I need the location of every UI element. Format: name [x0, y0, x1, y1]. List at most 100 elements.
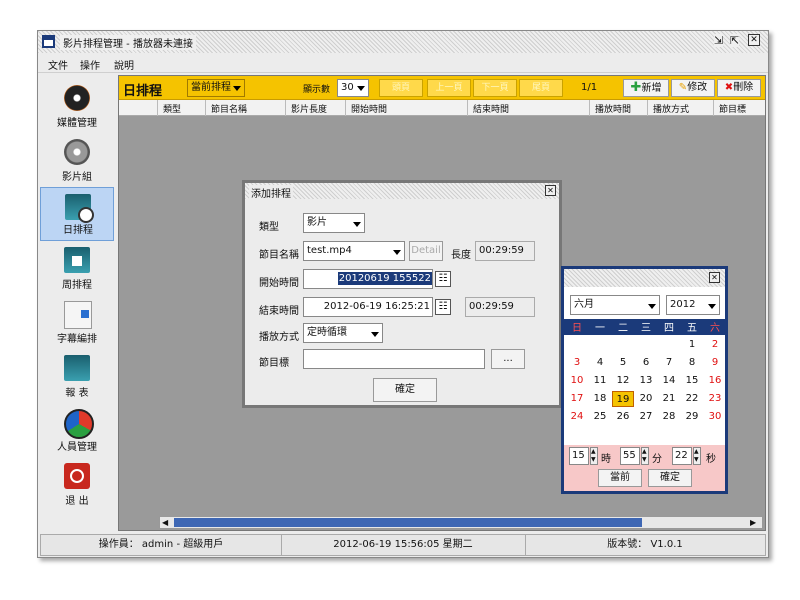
next-page-button[interactable]: 下一頁 — [473, 79, 517, 97]
calendar-day[interactable]: 30 — [704, 409, 726, 425]
calendar-day[interactable]: 24 — [566, 409, 588, 425]
col-program-name[interactable]: 節目名稱 — [211, 102, 247, 115]
dialog-close-icon[interactable]: ✕ — [545, 185, 556, 196]
play-mode-select[interactable]: 定時循環 — [303, 323, 383, 343]
calendar-day[interactable]: 1 — [681, 337, 703, 353]
menu-bar: 文件 操作 說明 — [38, 53, 768, 73]
calendar-close-icon[interactable]: ✕ — [709, 272, 720, 283]
dialog-title-bar[interactable]: 添加排程 ✕ — [245, 183, 559, 200]
calendar-day[interactable]: 8 — [681, 355, 703, 371]
calendar-ok-button[interactable]: 確定 — [648, 469, 692, 487]
menu-help[interactable]: 說明 — [114, 57, 134, 72]
horizontal-scrollbar[interactable]: ◀ ▶ — [159, 516, 763, 529]
calendar-day[interactable]: 22 — [681, 391, 703, 407]
calendar-day[interactable]: 21 — [658, 391, 680, 407]
prev-page-button[interactable]: 上一頁 — [427, 79, 471, 97]
sidebar-item-exit[interactable]: 退 出 — [40, 457, 114, 511]
sidebar: 媒體管理 影片組 日排程 周排程 字幕編排 報 表 人員管理 退 出 — [40, 75, 114, 531]
col-video-length[interactable]: 影片長度 — [291, 102, 327, 115]
restore-icon[interactable]: ⇲ — [714, 34, 724, 47]
page-title: 日排程 — [123, 84, 163, 99]
calendar-day-selected[interactable]: 19 — [612, 391, 634, 407]
calendar-day[interactable]: 26 — [612, 409, 634, 425]
app-icon — [42, 35, 55, 48]
maximize-icon[interactable]: ⇱ — [730, 34, 740, 47]
calendar-day[interactable]: 9 — [704, 355, 726, 371]
minute-input[interactable]: 55 — [620, 447, 640, 465]
year-select[interactable]: 2012 — [666, 295, 720, 315]
sidebar-item-subtitle[interactable]: 字幕編排 — [40, 295, 114, 349]
menu-file[interactable]: 文件 — [48, 57, 68, 72]
delete-button[interactable]: ✖刪除 — [717, 79, 761, 97]
calendar-day[interactable]: 14 — [658, 373, 680, 389]
start-calendar-icon[interactable]: ☷ — [435, 271, 451, 287]
second-spinner[interactable]: ▲ ▼ — [693, 447, 701, 465]
col-type[interactable]: 類型 — [163, 102, 181, 115]
display-count-select[interactable]: 30 — [337, 79, 369, 97]
hour-input[interactable]: 15 — [569, 447, 589, 465]
time-row: 15 ▲ ▼ 時 55 ▲ ▼ 分 22 ▲ ▼ 秒 — [564, 445, 725, 467]
hour-spinner[interactable]: ▲ ▼ — [590, 447, 598, 465]
detail-button[interactable]: Detail — [409, 241, 443, 261]
calendar-day[interactable]: 28 — [658, 409, 680, 425]
calendar-day[interactable]: 20 — [635, 391, 657, 407]
col-play-time[interactable]: 播放時間 — [595, 102, 631, 115]
calendar-day[interactable]: 25 — [589, 409, 611, 425]
calendar-day[interactable]: 16 — [704, 373, 726, 389]
menu-operation[interactable]: 操作 — [80, 57, 100, 72]
calendar-title-bar[interactable]: ✕ — [564, 269, 725, 287]
schedule-filter-select[interactable]: 當前排程 — [187, 79, 245, 97]
scroll-left-icon[interactable]: ◀ — [162, 518, 168, 527]
calendar-day[interactable]: 10 — [566, 373, 588, 389]
col-end-time[interactable]: 結束時間 — [473, 102, 509, 115]
calendar-day[interactable]: 29 — [681, 409, 703, 425]
col-start-time[interactable]: 開始時間 — [351, 102, 387, 115]
sidebar-item-media[interactable]: 媒體管理 — [40, 79, 114, 133]
add-button[interactable]: ✚新增 — [623, 79, 669, 97]
type-select[interactable]: 影片 — [303, 213, 365, 233]
end-time-input[interactable]: 2012-06-19 16:25:21 — [303, 297, 433, 317]
sidebar-item-report[interactable]: 報 表 — [40, 349, 114, 403]
calendar-day[interactable]: 4 — [589, 355, 611, 371]
browse-button[interactable]: ... — [491, 349, 525, 369]
first-page-button[interactable]: 頭頁 — [379, 79, 423, 97]
program-target-input[interactable] — [303, 349, 485, 369]
day-grid: 1 2 3 4 5 6 7 8 9 10 11 12 13 14 15 16 17 18 19 20 21 22 23 24 2… — [564, 337, 725, 427]
calendar-day[interactable]: 18 — [589, 391, 611, 407]
calendar-day[interactable]: 17 — [566, 391, 588, 407]
calendar-day[interactable]: 15 — [681, 373, 703, 389]
page-indicator: 1/1 — [581, 82, 598, 93]
sidebar-item-film-group[interactable]: 影片組 — [40, 133, 114, 187]
now-button[interactable]: 當前 — [598, 469, 642, 487]
minute-spinner[interactable]: ▲ ▼ — [641, 447, 649, 465]
calendar-day[interactable]: 11 — [589, 373, 611, 389]
calendar-day[interactable]: 5 — [612, 355, 634, 371]
calendar-day[interactable]: 7 — [658, 355, 680, 371]
start-time-input[interactable]: 20120619 155522 — [303, 269, 433, 289]
program-name-select[interactable]: test.mp4 — [303, 241, 405, 261]
calendar-day[interactable]: 13 — [635, 373, 657, 389]
calendar-day[interactable]: 27 — [635, 409, 657, 425]
col-program-target[interactable]: 節目標 — [719, 102, 746, 115]
calendar-day[interactable]: 2 — [704, 337, 726, 353]
second-input[interactable]: 22 — [672, 447, 692, 465]
col-play-mode[interactable]: 播放方式 — [653, 102, 689, 115]
calendar-day[interactable]: 23 — [704, 391, 726, 407]
last-page-button[interactable]: 尾頁 — [519, 79, 563, 97]
title-bar[interactable]: 影片排程管理 - 播放器未連接 ⇲ ⇱ ✕ — [38, 31, 768, 53]
display-count-label: 顯示數 — [303, 85, 331, 95]
confirm-button[interactable]: 確定 — [373, 378, 437, 402]
close-icon[interactable]: ✕ — [748, 34, 760, 46]
calendar-day[interactable]: 12 — [612, 373, 634, 389]
scrollbar-thumb[interactable] — [174, 518, 642, 527]
calendar-day[interactable]: 6 — [635, 355, 657, 371]
end-calendar-icon[interactable]: ☷ — [435, 299, 451, 315]
calendar-day[interactable]: 3 — [566, 355, 588, 371]
month-select[interactable]: 六月 — [570, 295, 660, 315]
edit-button[interactable]: ✎修改 — [671, 79, 715, 97]
scroll-right-icon[interactable]: ▶ — [750, 518, 756, 527]
sidebar-item-user-management[interactable]: 人員管理 — [40, 403, 114, 457]
sidebar-item-daily-schedule[interactable]: 日排程 — [40, 187, 114, 241]
sidebar-item-weekly-schedule[interactable]: 周排程 — [40, 241, 114, 295]
calendar-button-row: 當前 確定 — [564, 467, 725, 491]
